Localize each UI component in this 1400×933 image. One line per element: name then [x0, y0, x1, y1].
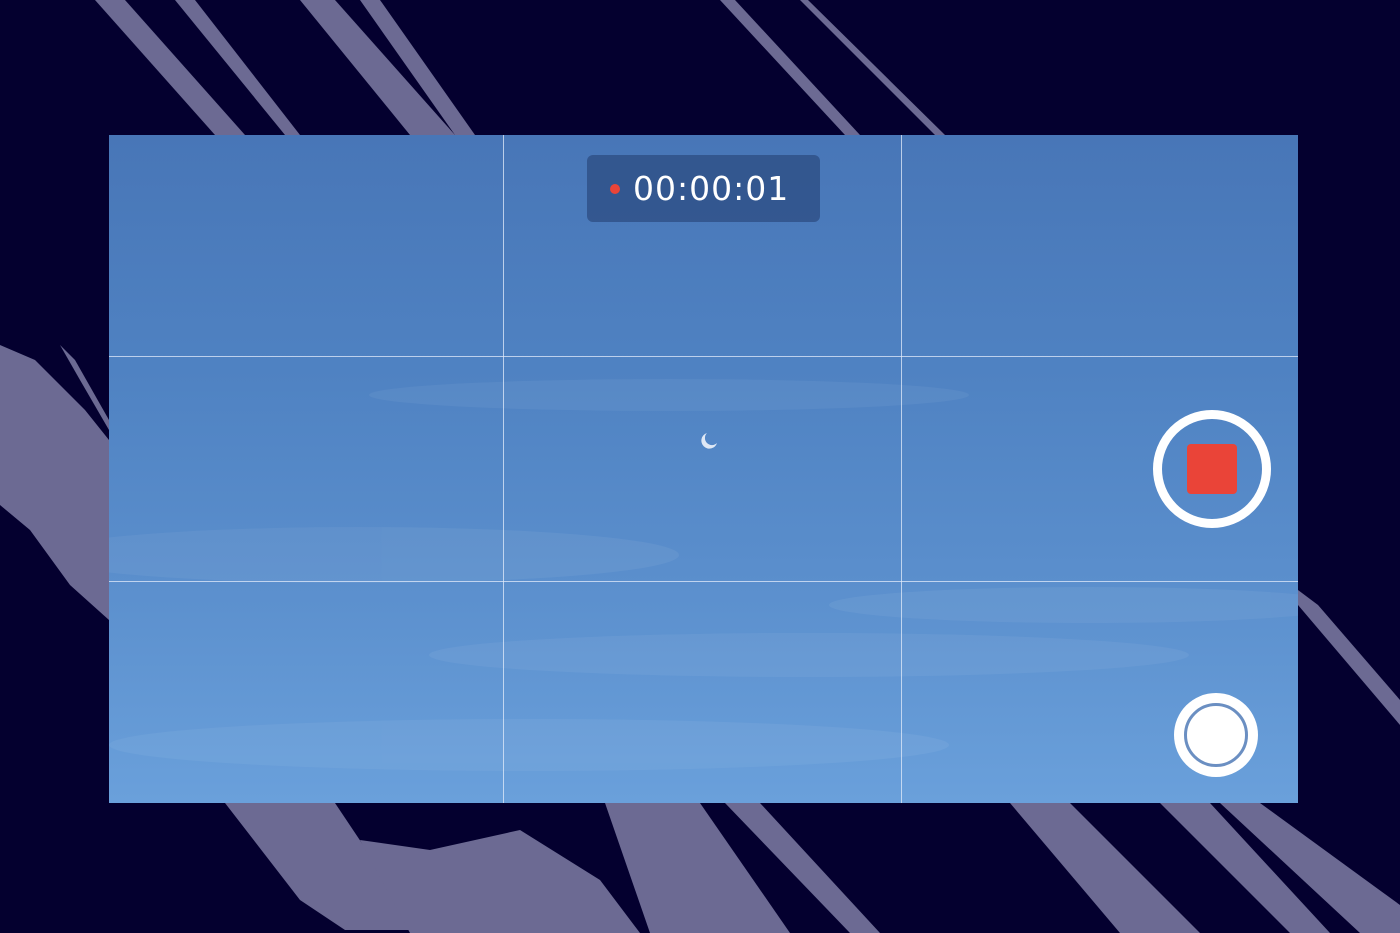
stop-icon [1187, 444, 1237, 494]
stop-recording-button[interactable] [1153, 410, 1271, 528]
grid-line-horizontal-1 [109, 356, 1298, 357]
sky-clouds [109, 379, 1298, 771]
grid-line-vertical-2 [901, 135, 902, 803]
recording-indicator-icon [610, 183, 620, 194]
moon [701, 433, 717, 449]
timer-text: 00:00:01 [633, 169, 790, 208]
grid-line-horizontal-2 [109, 581, 1298, 582]
shutter-button[interactable] [1174, 693, 1258, 777]
shutter-icon [1184, 703, 1248, 767]
camera-viewfinder[interactable]: 00:00:01 [109, 135, 1298, 803]
camera-screen: 00:00:01 [0, 0, 1400, 933]
recording-timer: 00:00:01 [587, 155, 820, 222]
grid-line-vertical-1 [503, 135, 504, 803]
